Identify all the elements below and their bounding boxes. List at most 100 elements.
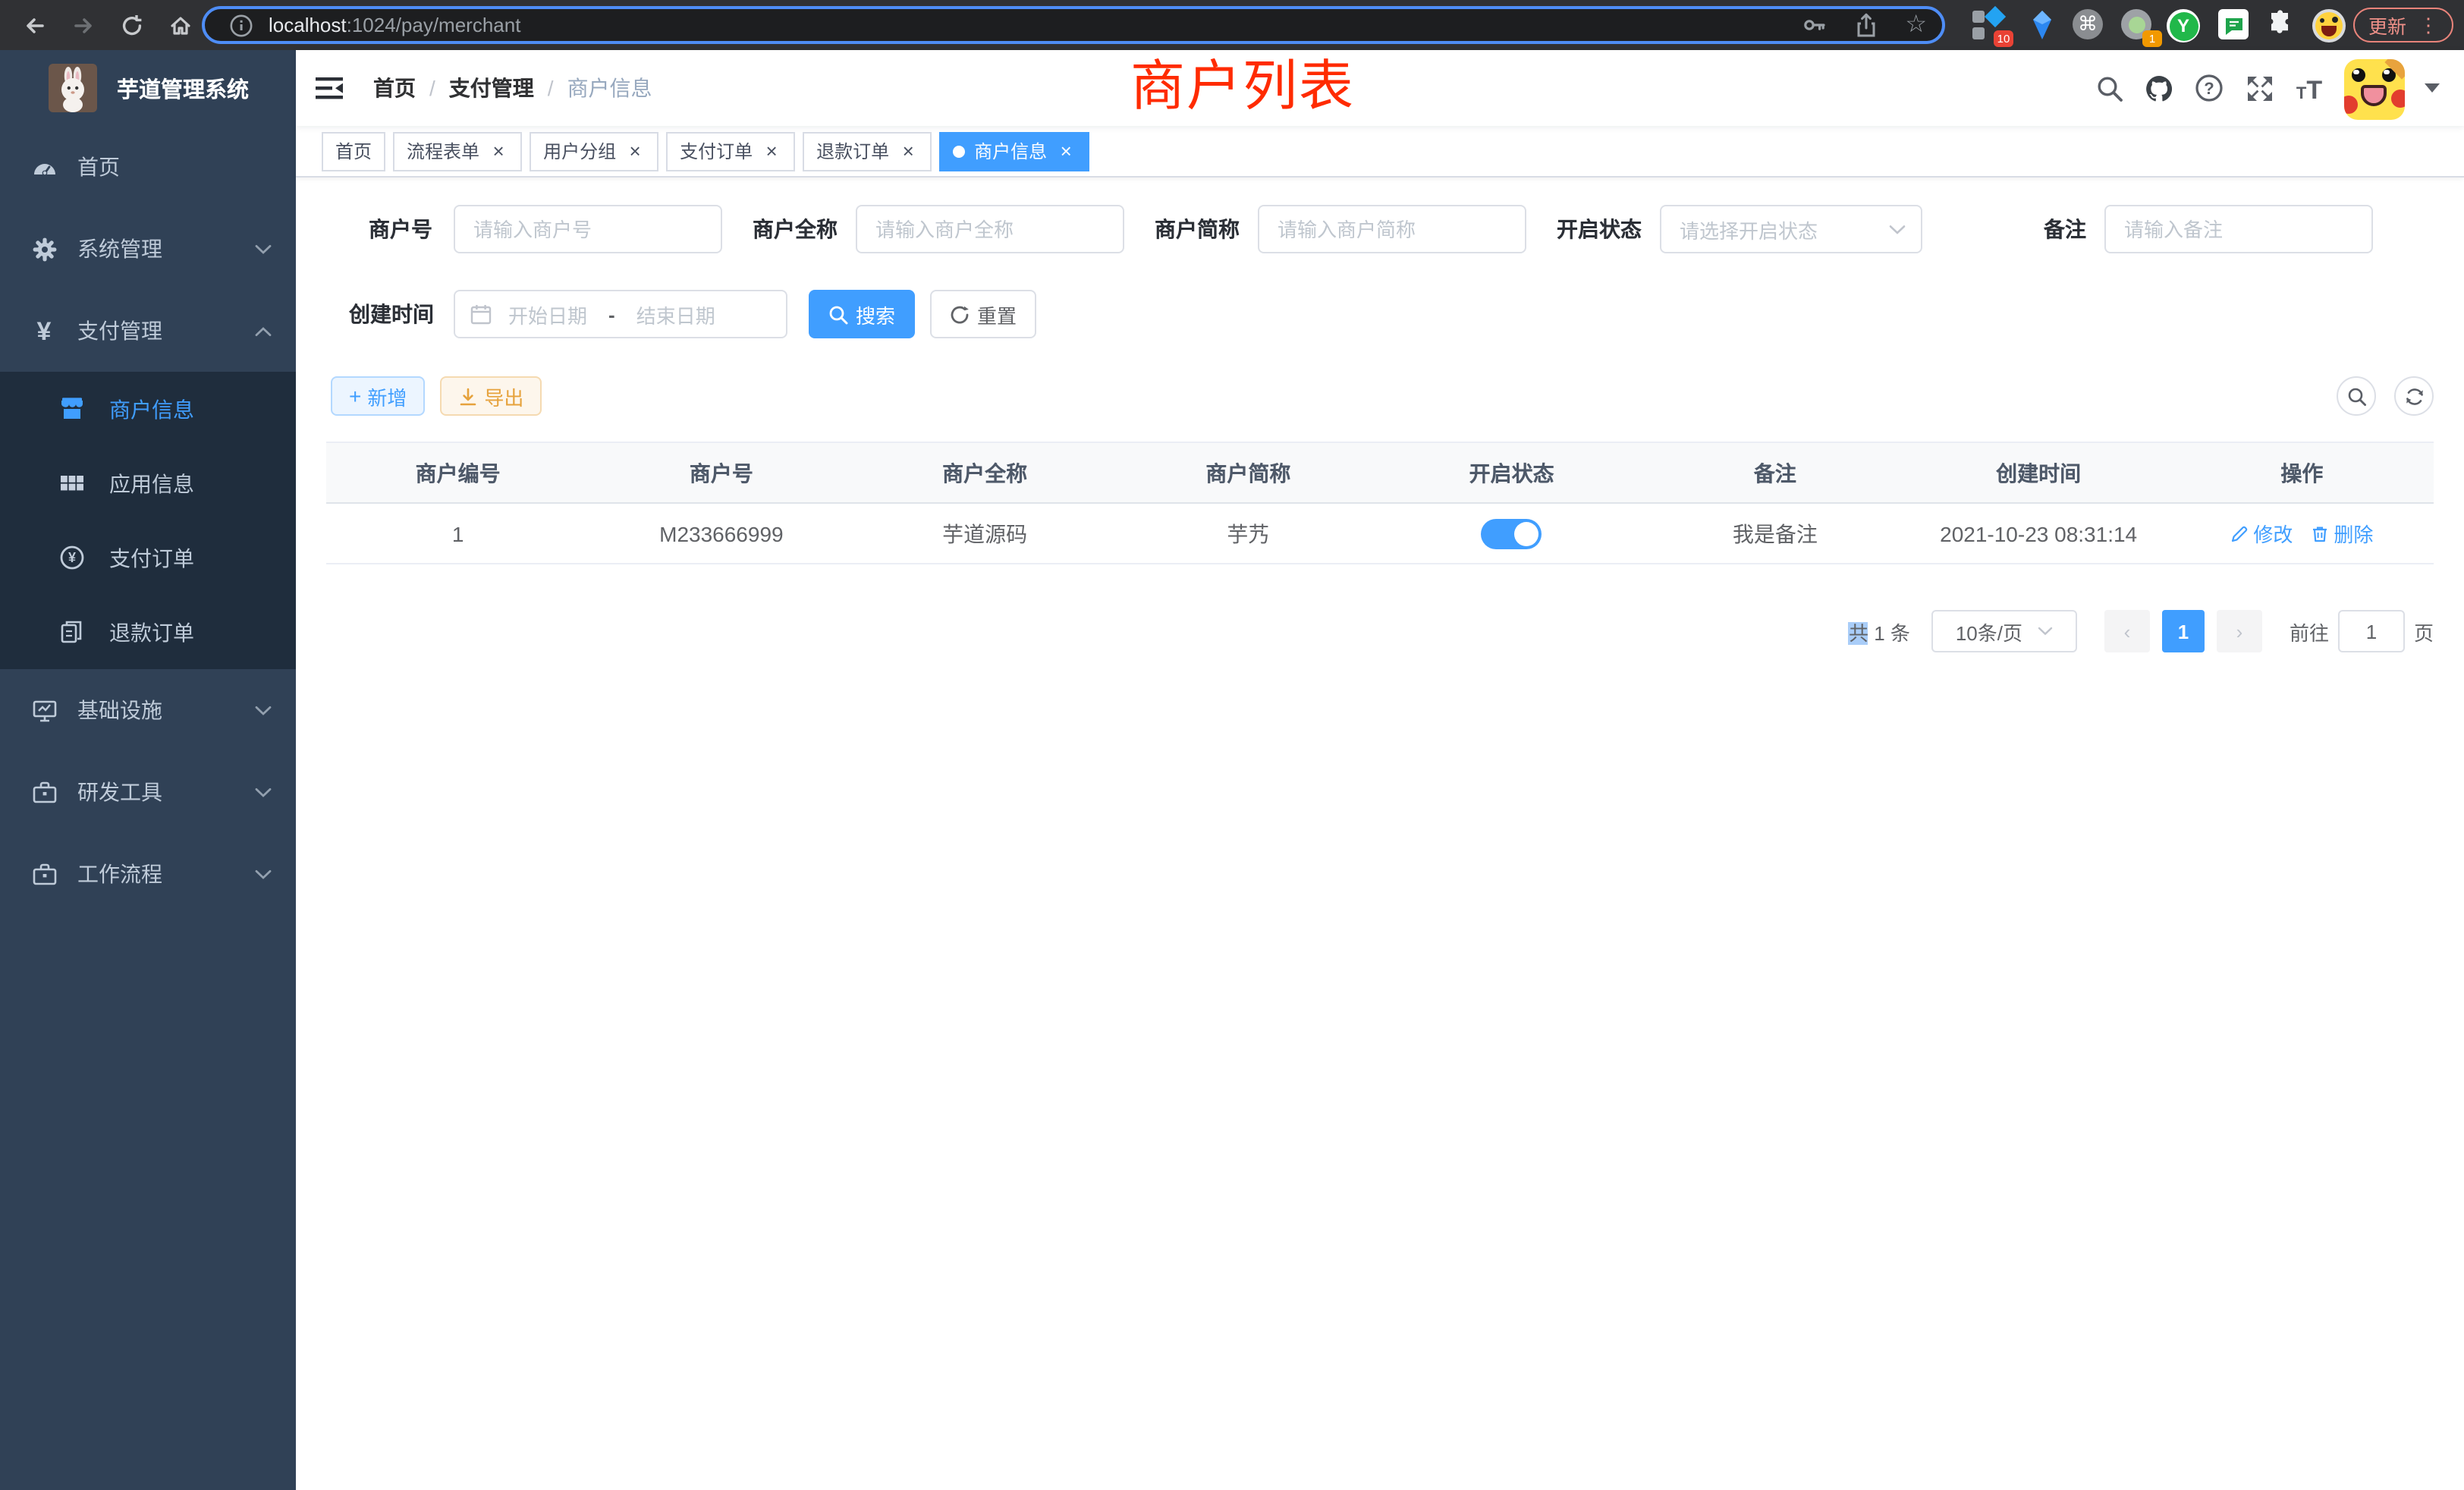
delete-link[interactable]: 删除	[2311, 519, 2373, 548]
tab-pay-order[interactable]: 支付订单 ×	[666, 131, 795, 171]
refresh-table-button[interactable]	[2394, 376, 2434, 416]
extension-command-icon[interactable]: ⌘	[2073, 9, 2104, 41]
logo-avatar	[49, 64, 97, 112]
tab-user-group[interactable]: 用户分组 ×	[530, 131, 658, 171]
create-time-range-picker[interactable]: 开始日期 - 结束日期	[454, 290, 787, 338]
help-icon[interactable]: ?	[2194, 73, 2224, 103]
status-select[interactable]: 请选择开启状态	[1660, 205, 1922, 253]
breadcrumb-separator: /	[548, 76, 554, 100]
col-header-full-name: 商户全称	[853, 457, 1117, 488]
cell-full-name: 芋道源码	[853, 518, 1117, 549]
grid-icon	[58, 470, 85, 497]
browser-update-button[interactable]: 更新 ⋮	[2353, 8, 2453, 42]
filter-row-1: 商户号 商户全称 商户简称 开启状态 请选择开启状态	[326, 205, 2434, 253]
sidebar-item-label: 基础设施	[77, 695, 162, 725]
sidebar-item-home[interactable]: 首页	[0, 126, 296, 208]
add-button[interactable]: + 新增	[331, 376, 425, 416]
github-icon[interactable]	[2144, 73, 2174, 103]
status-toggle[interactable]	[1482, 518, 1542, 549]
tab-close-icon[interactable]: ×	[762, 141, 781, 161]
address-bar[interactable]: localhost:1024/pay/merchant ☆	[202, 6, 1945, 44]
extension-y-icon[interactable]: Y	[2167, 9, 2198, 41]
share-icon[interactable]	[1853, 12, 1878, 38]
tab-refund-order[interactable]: 退款订单 ×	[803, 131, 932, 171]
tab-home[interactable]: 首页	[322, 131, 385, 171]
edit-link[interactable]: 修改	[2230, 519, 2293, 548]
sidebar-item-label: 首页	[77, 152, 120, 182]
browser-forward-button[interactable]	[70, 11, 97, 39]
sidebar-item-merchant-info[interactable]: 商户信息	[0, 372, 296, 446]
font-size-icon[interactable]: TT	[2294, 73, 2324, 103]
goto-label: 前往	[2290, 617, 2329, 646]
cell-merchant-no: M233666999	[589, 521, 853, 545]
page-size-select[interactable]: 10条/页	[1931, 610, 2077, 652]
breadcrumb-separator: /	[429, 76, 435, 100]
refresh-icon	[2404, 386, 2424, 406]
status-label: 开启状态	[1557, 214, 1660, 244]
extension-grid-icon[interactable]: 10	[1972, 9, 2004, 41]
document-copy-icon	[58, 618, 85, 646]
sidebar-item-payment[interactable]: ¥ 支付管理	[0, 290, 296, 372]
app-logo[interactable]: 芋道管理系统	[0, 50, 296, 126]
user-avatar[interactable]	[2344, 58, 2405, 119]
extension-gem-icon[interactable]	[2027, 9, 2059, 41]
filter-row-2: 创建时间 开始日期 - 结束日期 搜索	[326, 290, 2434, 338]
next-page-button[interactable]: ›	[2217, 610, 2262, 652]
remark-input[interactable]	[2104, 205, 2373, 253]
browser-menu-icon[interactable]: ⋮	[2418, 15, 2438, 35]
chevron-down-icon	[1889, 224, 1906, 234]
export-button[interactable]: 导出	[440, 376, 542, 416]
search-button-label: 搜索	[856, 300, 895, 328]
browser-reload-button[interactable]	[118, 11, 146, 39]
cell-remark: 我是备注	[1643, 518, 1906, 549]
breadcrumb-home[interactable]: 首页	[373, 73, 416, 103]
prev-page-button[interactable]: ‹	[2104, 610, 2150, 652]
bookmark-star-icon[interactable]: ☆	[1905, 13, 1927, 37]
show-search-button[interactable]	[2337, 376, 2376, 416]
reset-button[interactable]: 重置	[930, 290, 1036, 338]
extensions-puzzle-icon[interactable]	[2267, 9, 2299, 41]
sidebar-collapse-icon[interactable]	[310, 68, 349, 108]
sidebar-item-pay-order[interactable]: ¥ 支付订单	[0, 520, 296, 595]
tab-process-form[interactable]: 流程表单 ×	[393, 131, 522, 171]
gear-icon	[30, 235, 58, 262]
browser-back-button[interactable]	[21, 11, 49, 39]
add-button-label: 新增	[367, 382, 407, 410]
col-header-id: 商户编号	[326, 457, 589, 488]
download-icon	[458, 386, 478, 406]
delete-link-label: 删除	[2334, 519, 2373, 548]
tab-close-icon[interactable]: ×	[898, 141, 918, 161]
extension-avatar-icon[interactable]: 1	[2121, 9, 2153, 41]
tab-close-icon[interactable]: ×	[489, 141, 508, 161]
col-header-status: 开启状态	[1380, 457, 1643, 488]
site-info-icon[interactable]	[229, 13, 253, 37]
sidebar-item-system[interactable]: 系统管理	[0, 208, 296, 290]
sidebar-item-dev-tools[interactable]: 研发工具	[0, 751, 296, 833]
goto-page-input[interactable]	[2338, 610, 2405, 652]
browser-home-button[interactable]	[167, 11, 194, 39]
short-name-input[interactable]	[1258, 205, 1526, 253]
password-key-icon[interactable]	[1800, 12, 1826, 38]
sidebar-item-label: 支付订单	[109, 542, 194, 573]
tab-close-icon[interactable]: ×	[1056, 141, 1076, 161]
sidebar-item-refund-order[interactable]: 退款订单	[0, 595, 296, 669]
search-button[interactable]: 搜索	[809, 290, 915, 338]
url-text[interactable]: localhost:1024/pay/merchant	[269, 14, 520, 36]
sidebar-item-infrastructure[interactable]: 基础设施	[0, 669, 296, 751]
full-name-input[interactable]	[856, 205, 1124, 253]
tab-merchant-info[interactable]: 商户信息 ×	[939, 131, 1089, 171]
extension-chat-icon[interactable]	[2218, 9, 2250, 41]
sidebar-item-workflow[interactable]: 工作流程	[0, 833, 296, 915]
dashboard-icon	[30, 153, 58, 181]
fullscreen-icon[interactable]	[2244, 73, 2274, 103]
search-icon[interactable]	[2094, 73, 2124, 103]
avatar-dropdown-caret[interactable]	[2425, 83, 2440, 93]
search-icon	[2346, 386, 2366, 406]
sidebar-item-app-info[interactable]: 应用信息	[0, 446, 296, 520]
tab-close-icon[interactable]: ×	[625, 141, 645, 161]
merchant-no-input[interactable]	[454, 205, 722, 253]
breadcrumb-payment[interactable]: 支付管理	[449, 73, 534, 103]
profile-avatar-icon[interactable]	[2312, 9, 2344, 41]
tab-label: 商户信息	[974, 138, 1047, 164]
current-page-button[interactable]: 1	[2162, 610, 2205, 652]
